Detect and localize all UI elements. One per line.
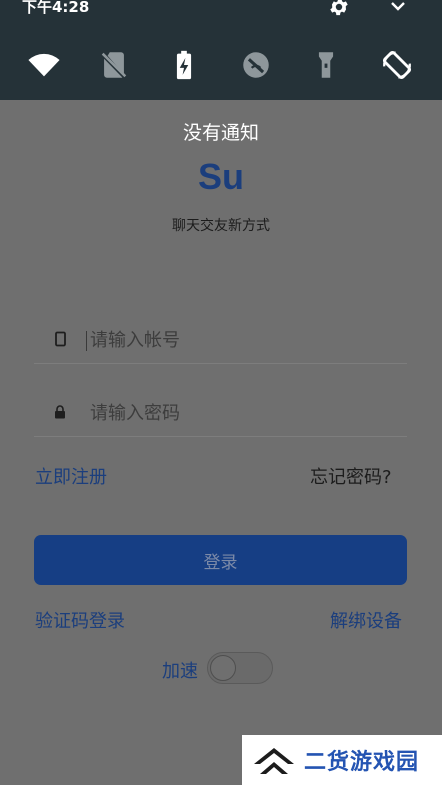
password-input[interactable] [88, 394, 392, 432]
battery-saver-icon[interactable] [164, 45, 204, 85]
chevron-down-icon[interactable] [388, 0, 408, 14]
register-link[interactable]: 立即注册 [35, 463, 107, 489]
accelerate-toggle[interactable] [207, 652, 273, 684]
password-field [34, 386, 407, 437]
lock-icon [52, 404, 68, 420]
auto-rotate-icon[interactable] [377, 45, 417, 85]
quick-settings-shade: 下午4:28 [0, 0, 442, 100]
flashlight-icon[interactable] [306, 45, 346, 85]
phone-icon [52, 331, 68, 347]
watermark-text: 二货游戏园 [304, 750, 420, 775]
login-button[interactable]: 登录 [34, 535, 407, 585]
watermark: 二货游戏园 [242, 735, 442, 785]
sms-login-link[interactable]: 验证码登录 [35, 607, 125, 633]
toggle-knob [210, 655, 236, 681]
no-sim-icon[interactable] [94, 45, 134, 85]
quick-settings-tiles [0, 45, 442, 87]
unbind-device-link[interactable]: 解绑设备 [330, 607, 402, 633]
gear-icon[interactable] [328, 0, 350, 18]
status-time: 下午4:28 [22, 0, 90, 16]
account-input[interactable] [88, 321, 392, 359]
account-field [34, 313, 407, 364]
watermark-logo-icon [254, 748, 294, 774]
wifi-icon[interactable] [24, 45, 64, 85]
accelerate-label: 加速 [162, 661, 198, 682]
text-cursor [86, 331, 87, 351]
data-saver-icon[interactable] [236, 45, 276, 85]
no-notifications-text: 没有通知 [182, 122, 259, 144]
app-tagline: 聊天交友新方式 [172, 218, 270, 234]
forgot-password-link[interactable]: 忘记密码? [310, 463, 392, 489]
app-logo: Su [197, 156, 244, 197]
